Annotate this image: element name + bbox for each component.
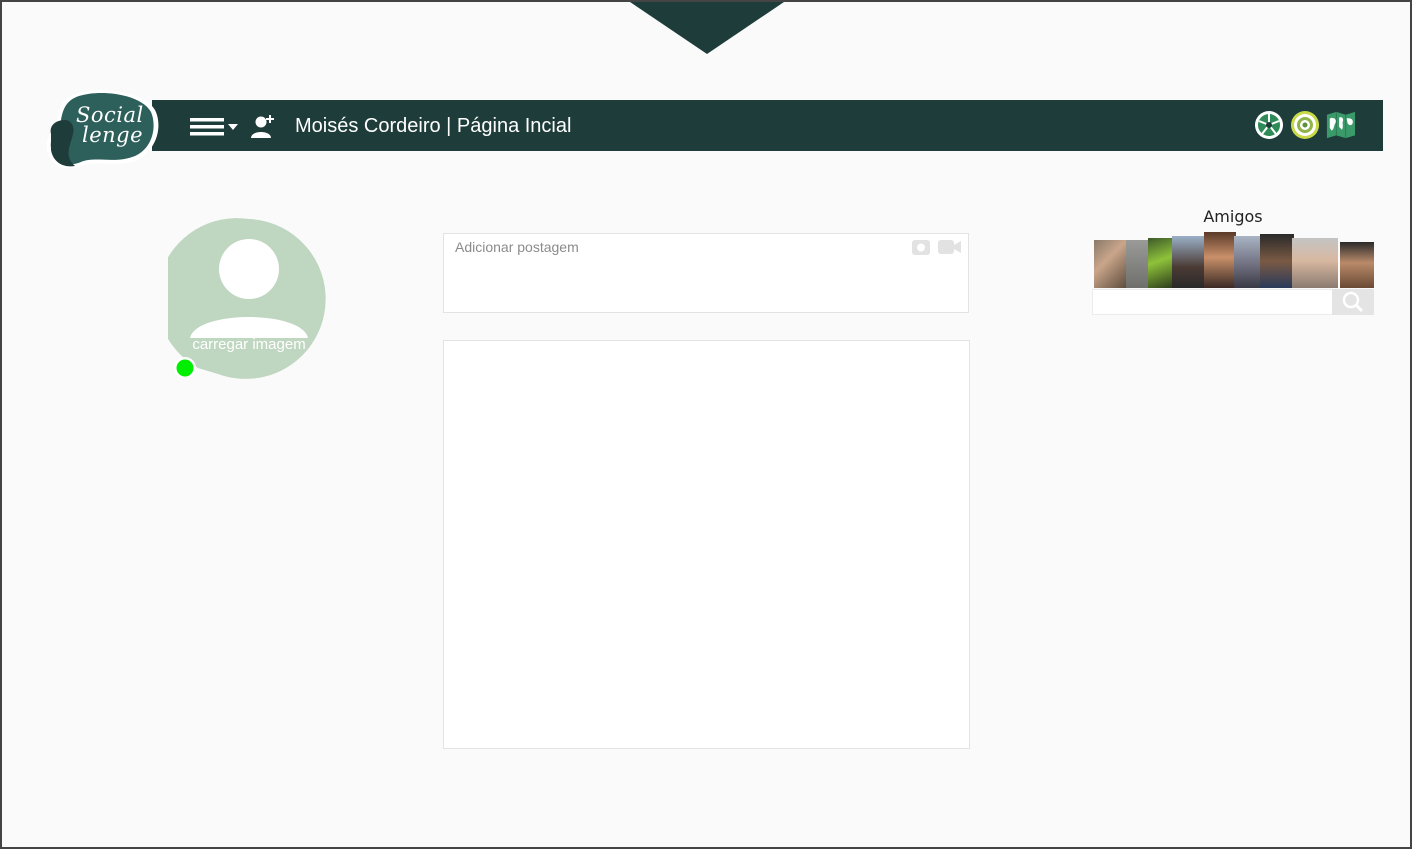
friend-photo[interactable] bbox=[1340, 242, 1374, 288]
friend-search-input[interactable] bbox=[1095, 292, 1333, 314]
friend-photo[interactable] bbox=[1172, 236, 1206, 288]
friend-photo[interactable] bbox=[1148, 238, 1174, 288]
friend-photo[interactable] bbox=[1260, 234, 1294, 288]
friend-photo[interactable] bbox=[1234, 236, 1262, 288]
post-feed bbox=[443, 340, 970, 749]
pull-down-tab[interactable] bbox=[630, 2, 784, 56]
friends-title: Amigos bbox=[1203, 207, 1263, 226]
post-composer[interactable]: Adicionar postagem bbox=[443, 233, 969, 313]
profile-avatar[interactable] bbox=[168, 218, 330, 380]
friend-search-box bbox=[1092, 289, 1374, 315]
aperture-icon[interactable] bbox=[1254, 110, 1284, 140]
post-input-placeholder[interactable]: Adicionar postagem bbox=[455, 239, 579, 255]
friend-photo[interactable] bbox=[1094, 240, 1128, 288]
friend-photo[interactable] bbox=[1292, 238, 1338, 288]
logo-text-line1: Social bbox=[76, 103, 144, 127]
video-icon[interactable] bbox=[938, 238, 962, 256]
friend-search-button[interactable] bbox=[1332, 289, 1374, 315]
friends-strip bbox=[1092, 232, 1374, 288]
camera-icon[interactable] bbox=[911, 238, 931, 256]
app-frame: Social lenge Moisés Cordeiro | Página In… bbox=[0, 0, 1412, 849]
online-status-dot bbox=[174, 357, 196, 379]
friend-photo[interactable] bbox=[1126, 240, 1150, 288]
target-icon[interactable] bbox=[1290, 110, 1320, 140]
friend-photo[interactable] bbox=[1204, 232, 1236, 288]
logo-text-line2: lenge bbox=[82, 123, 144, 147]
logo-text: Social lenge bbox=[76, 103, 144, 147]
search-icon bbox=[1342, 291, 1364, 313]
world-map-icon[interactable] bbox=[1326, 110, 1356, 140]
upload-image-link[interactable]: carregar imagem bbox=[168, 336, 330, 353]
hamburger-menu-icon[interactable] bbox=[190, 116, 242, 138]
post-attachment-icons bbox=[908, 238, 962, 261]
page-title: Moisés Cordeiro | Página Incial bbox=[295, 115, 572, 137]
add-person-icon[interactable] bbox=[250, 113, 276, 139]
